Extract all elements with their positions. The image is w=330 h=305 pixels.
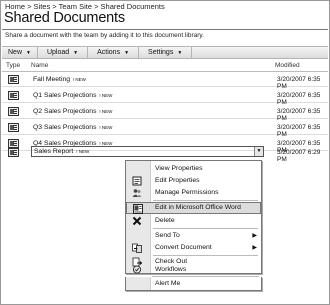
menu-item-edit-in-word[interactable]: Edit in Microsoft Office Word [126,202,261,214]
new-badge: ! NEW [99,93,113,98]
chevron-down-icon: ▼ [73,49,79,56]
item-context-menu: View Properties Edit Properties Manage P… [125,160,262,274]
menu-item-alert-me[interactable]: Alert Me [125,277,262,291]
chevron-down-icon: ▼ [26,49,31,56]
word-document-icon [8,107,19,116]
menu-icon-gutter [126,277,151,290]
table-row-selected[interactable]: Sales Report ! NEW ▼ 3/20/2007 6:29 PM [2,145,328,163]
table-row[interactable]: Fall Meeting ! NEW 3/20/2007 6:35 PM [2,73,328,90]
word-icon [133,204,143,214]
workflow-icon [132,265,142,274]
document-name-link[interactable]: Sales Report [34,148,73,155]
delete-x-icon [132,216,142,226]
table-row[interactable]: Q1 Sales Projections ! NEW 3/20/2007 6:3… [2,89,328,106]
modified-date: 3/20/2007 6:35 PM [277,76,321,90]
item-selection-box[interactable]: Sales Report ! NEW ▼ [31,146,264,157]
modified-date: 3/20/2007 6:35 PM [277,92,321,106]
modified-date: 3/20/2007 6:35 PM [277,124,321,138]
menu-item-label: Send To [155,232,180,239]
document-name-link[interactable]: Q2 Sales Projections [33,108,96,115]
menu-item-label: Delete [155,217,175,224]
menu-item-send-to[interactable]: Send To ▶ [126,230,261,242]
menu-item-label: Workflows [155,266,187,273]
item-menu-dropdown-button[interactable]: ▼ [254,147,263,156]
column-header-name[interactable]: Name [31,62,48,69]
menu-separator [153,228,258,229]
upload-button[interactable]: Upload ▼ [38,47,89,58]
new-button-label: New [8,49,23,56]
new-badge: ! NEW [99,125,113,130]
menu-item-label: Edit Properties [155,177,200,184]
menu-item-label: Check Out [155,258,188,265]
library-description: Share a document with the team by adding… [5,32,204,39]
word-document-icon [8,91,19,100]
word-document-icon [8,148,19,157]
title-divider [2,29,328,30]
new-button[interactable]: New ▼ [2,47,38,58]
new-badge: ! NEW [99,109,113,114]
properties-icon [132,176,142,186]
modified-date: 3/20/2007 6:35 PM [277,108,321,122]
menu-item-delete[interactable]: Delete [126,215,261,227]
menu-separator [153,200,258,201]
column-header-modified[interactable]: Modified [275,62,300,69]
actions-button-label: Actions [97,49,121,56]
submenu-arrow-icon: ▶ [252,245,257,251]
word-document-icon [8,75,19,84]
menu-item-label: Manage Permissions [155,189,219,196]
toolbar: New ▼ Upload ▼ Actions ▼ Settings ▼ [2,46,328,59]
menu-item-label: Convert Document [155,244,212,251]
modified-date: 3/20/2007 6:29 PM [277,149,321,163]
menu-item-view-properties[interactable]: View Properties [126,163,261,175]
word-document-icon [8,123,19,132]
permissions-icon [132,189,142,197]
page-title: Shared Documents [4,10,125,26]
settings-button[interactable]: Settings ▼ [139,47,193,58]
new-badge: ! NEW [76,149,90,154]
document-name-link[interactable]: Q3 Sales Projections [33,124,96,131]
chevron-down-icon: ▼ [124,49,130,56]
menu-item-manage-permissions[interactable]: Manage Permissions [126,187,261,199]
column-header-type[interactable]: Type [6,62,20,69]
actions-button[interactable]: Actions ▼ [88,47,140,58]
chevron-down-icon: ▼ [256,148,262,154]
settings-button-label: Settings [148,49,174,56]
menu-item-edit-properties[interactable]: Edit Properties [126,175,261,187]
table-row[interactable]: Q2 Sales Projections ! NEW 3/20/2007 6:3… [2,105,328,122]
header-divider [2,71,328,72]
new-badge: ! NEW [72,77,86,82]
menu-item-label: View Properties [155,165,203,172]
chevron-down-icon: ▼ [177,49,183,56]
table-row[interactable]: Q3 Sales Projections ! NEW 3/20/2007 6:3… [2,121,328,138]
upload-button-label: Upload [46,49,70,56]
convert-icon [132,243,142,253]
document-name-link[interactable]: Q1 Sales Projections [33,92,96,99]
submenu-arrow-icon: ▶ [252,233,257,239]
menu-item-workflows[interactable]: Workflows [126,265,261,275]
document-name-link[interactable]: Fall Meeting [33,76,70,83]
menu-item-label: Edit in Microsoft Office Word [155,204,241,211]
menu-item-label: Alert Me [155,280,181,287]
menu-item-convert-document[interactable]: Convert Document ▶ [126,242,261,254]
